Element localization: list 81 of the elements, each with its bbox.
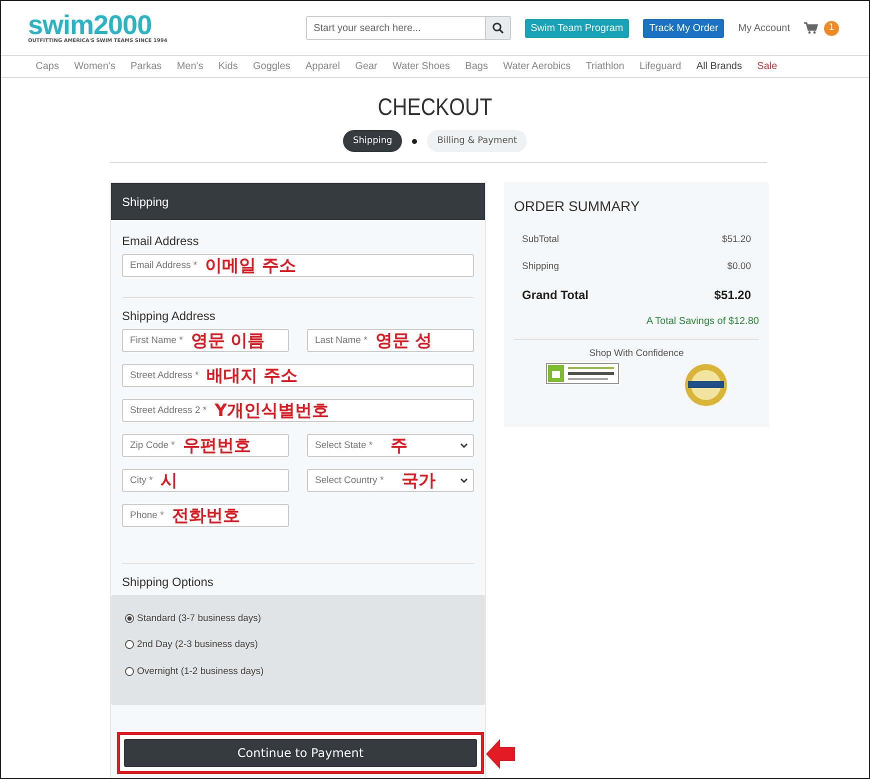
checkout-step-tab[interactable]: Shipping [343, 130, 402, 152]
checkout-step-tab[interactable]: Billing & Payment [427, 130, 527, 152]
input-field[interactable]: Phone * 전화번호 [122, 504, 289, 527]
header-button[interactable]: Swim Team Program [524, 18, 630, 38]
category-link[interactable]: Parkas [122, 61, 170, 72]
category-link[interactable]: Caps [28, 61, 67, 72]
step-separator-dot [412, 138, 418, 144]
search-icon[interactable] [484, 17, 510, 39]
summary-value: $51.20 [714, 288, 751, 302]
account-link[interactable]: My Account [738, 22, 790, 34]
chevron-down-icon [460, 478, 468, 484]
radio-button[interactable] [125, 666, 134, 676]
field-placeholder: Zip Code * [130, 440, 175, 451]
chevron-down-icon [460, 443, 468, 449]
field-placeholder: Street Address * [130, 370, 199, 381]
summary-label: SubTotal [522, 234, 559, 245]
category-link[interactable]: Water Aerobics [496, 61, 578, 72]
category-link[interactable]: Triathlon [578, 61, 632, 72]
annotation-text: 배대지 주소 [206, 365, 298, 387]
category-link[interactable]: Apparel [298, 61, 348, 72]
category-link[interactable]: Sale [750, 61, 785, 72]
option-label[interactable]: 2nd Day (2-3 business days) [137, 639, 258, 650]
field-placeholder: Select State * [315, 440, 373, 451]
category-link[interactable]: Men's [169, 61, 211, 72]
field-placeholder: Email Address * [130, 260, 198, 271]
category-link[interactable]: Gear [348, 61, 385, 72]
section-heading: Shipping Options [122, 575, 214, 589]
section-heading: Shipping Address [122, 309, 216, 323]
summary-value: $51.20 [722, 234, 751, 245]
input-field[interactable]: Last Name * 영문 성 [307, 329, 474, 352]
field-placeholder: Street Address 2 * [130, 405, 207, 416]
confidence-text: Shop With Confidence [588, 348, 685, 359]
annotation-text: 우편번호 [182, 435, 251, 457]
option-label[interactable]: Standard (3-7 business days) [137, 612, 262, 624]
category-link[interactable]: Goggles [245, 61, 298, 72]
annotation-text: 시 [160, 470, 178, 492]
field-placeholder: First Name * [130, 335, 183, 346]
continue-button[interactable]: Continue to Payment [124, 738, 477, 766]
category-link[interactable]: Water Shoes [384, 61, 458, 72]
category-link[interactable]: Women's [66, 61, 123, 72]
field-placeholder: Phone * [130, 510, 164, 521]
summary-label: Grand Total [522, 288, 588, 302]
radio-button[interactable] [125, 640, 134, 650]
select-field[interactable]: Select State * 주 [307, 434, 474, 457]
header-button[interactable]: Track My Order [643, 18, 724, 38]
field-placeholder: City * [130, 475, 153, 486]
input-field[interactable]: Street Address * 배대지 주소 [122, 364, 474, 387]
field-placeholder: Select Country * [315, 475, 384, 486]
annotation-text: 영문 이름 [190, 330, 265, 352]
annotation-text: 전화번호 [172, 505, 240, 527]
annotation-text: 주 [390, 435, 408, 457]
annotation-arrow-icon [486, 738, 516, 770]
input-field[interactable]: Email Address * 이메일 주소 [122, 254, 474, 277]
category-link[interactable]: Bags [458, 61, 496, 72]
section-heading: Email Address [122, 234, 200, 248]
page-title: CHECKOUT [376, 94, 494, 122]
summary-label: Shipping [522, 261, 559, 272]
input-field[interactable]: First Name * 영문 이름 [122, 329, 289, 352]
logo[interactable]: swim2000 [28, 12, 168, 38]
field-placeholder: Last Name * [315, 335, 368, 346]
radio-button[interactable] [125, 614, 134, 623]
cart-icon[interactable] [804, 22, 818, 34]
select-field[interactable]: Select Country * 국가 [307, 469, 474, 492]
summary-value: $0.00 [727, 261, 751, 272]
option-label[interactable]: Overnight (1-2 business days) [137, 666, 264, 677]
verified-seal-drawing [684, 363, 728, 407]
input-field[interactable]: City * 시 [122, 469, 289, 492]
cart-count-badge: 1 [824, 20, 839, 36]
annotation-text: 국가 [402, 470, 436, 492]
summary-title: ORDER SUMMARY [514, 198, 641, 214]
search-field[interactable]: Start your search here... [306, 16, 511, 40]
annotation-text: 이메일 주소 [205, 255, 296, 277]
category-link[interactable]: Kids [210, 61, 246, 72]
input-field[interactable]: Street Address 2 * Y개인식별번호 [122, 399, 474, 422]
panel-title: Shipping [122, 194, 169, 208]
category-link[interactable]: All Brands [688, 61, 750, 72]
savings-text: A Total Savings of $12.80 [645, 316, 759, 327]
annotation-text: 영문 성 [375, 330, 432, 352]
category-link[interactable]: Lifeguard [632, 61, 689, 72]
input-field[interactable]: Zip Code * 우편번호 [122, 434, 289, 457]
annotation-text: Y개인식별번호 [214, 400, 329, 422]
